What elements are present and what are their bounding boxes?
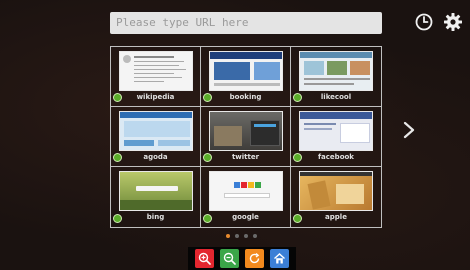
speed-dial-tile-wikipedia[interactable]: wikipedia: [111, 47, 201, 107]
speed-dial-tile-booking[interactable]: booking: [201, 47, 291, 107]
speed-dial-tile-agoda[interactable]: agoda: [111, 107, 201, 167]
tile-badge-icon: [293, 93, 302, 102]
clock-icon[interactable]: [414, 12, 434, 32]
chevron-right-icon[interactable]: [402, 120, 416, 140]
speed-dial-tile-google[interactable]: google: [201, 167, 291, 227]
tile-badge-icon: [113, 93, 122, 102]
speed-dial-tile-apple[interactable]: apple: [291, 167, 381, 227]
thumbnail-wikipedia: [118, 51, 193, 91]
zoom-in-icon: [198, 252, 211, 265]
speed-dial-tile-facebook[interactable]: facebook: [291, 107, 381, 167]
tile-badge-icon: [203, 93, 212, 102]
thumbnail-apple: [299, 171, 373, 211]
gear-icon[interactable]: [443, 12, 463, 32]
thumbnail-likecool: [299, 51, 373, 91]
tile-label: facebook: [318, 153, 354, 161]
thumbnail-bing: [118, 171, 193, 211]
zoom-out-icon: [223, 252, 236, 265]
zoom-in-button[interactable]: [195, 249, 214, 268]
thumbnail-agoda: [118, 111, 193, 151]
speed-dial-tile-likecool[interactable]: likecool: [291, 47, 381, 107]
tile-label: booking: [229, 93, 262, 101]
refresh-icon: [249, 252, 260, 264]
zoom-out-button[interactable]: [220, 249, 239, 268]
tile-label: wikipedia: [136, 93, 175, 101]
tile-label: google: [232, 213, 259, 221]
page-dot-2[interactable]: [235, 234, 239, 238]
refresh-button[interactable]: [245, 249, 264, 268]
speed-dial-tile-twitter[interactable]: twitter: [201, 107, 291, 167]
speed-dial-grid: wikipedia booking likecool agoda twitter…: [110, 46, 382, 228]
tile-badge-icon: [113, 214, 122, 223]
speed-dial-tile-bing[interactable]: bing: [111, 167, 201, 227]
tile-label: apple: [325, 213, 347, 221]
tile-label: likecool: [320, 93, 352, 101]
thumbnail-twitter: [208, 111, 283, 151]
tile-badge-icon: [113, 153, 122, 162]
home-icon: [274, 253, 285, 264]
tile-badge-icon: [293, 153, 302, 162]
thumbnail-booking: [208, 51, 283, 91]
home-button[interactable]: [270, 249, 289, 268]
page-dot-1[interactable]: [226, 234, 230, 238]
tile-label: twitter: [231, 153, 260, 161]
page-indicator: [226, 234, 257, 238]
bottom-toolbar: [188, 247, 296, 270]
thumbnail-google: [208, 171, 283, 211]
thumbnail-facebook: [299, 111, 373, 151]
page-dot-4[interactable]: [253, 234, 257, 238]
tile-badge-icon: [203, 153, 212, 162]
tile-badge-icon: [293, 214, 302, 223]
tile-label: bing: [146, 213, 165, 221]
url-input[interactable]: Please type URL here: [110, 12, 382, 34]
tile-label: agoda: [143, 153, 168, 161]
page-dot-3[interactable]: [244, 234, 248, 238]
tile-badge-icon: [203, 214, 212, 223]
